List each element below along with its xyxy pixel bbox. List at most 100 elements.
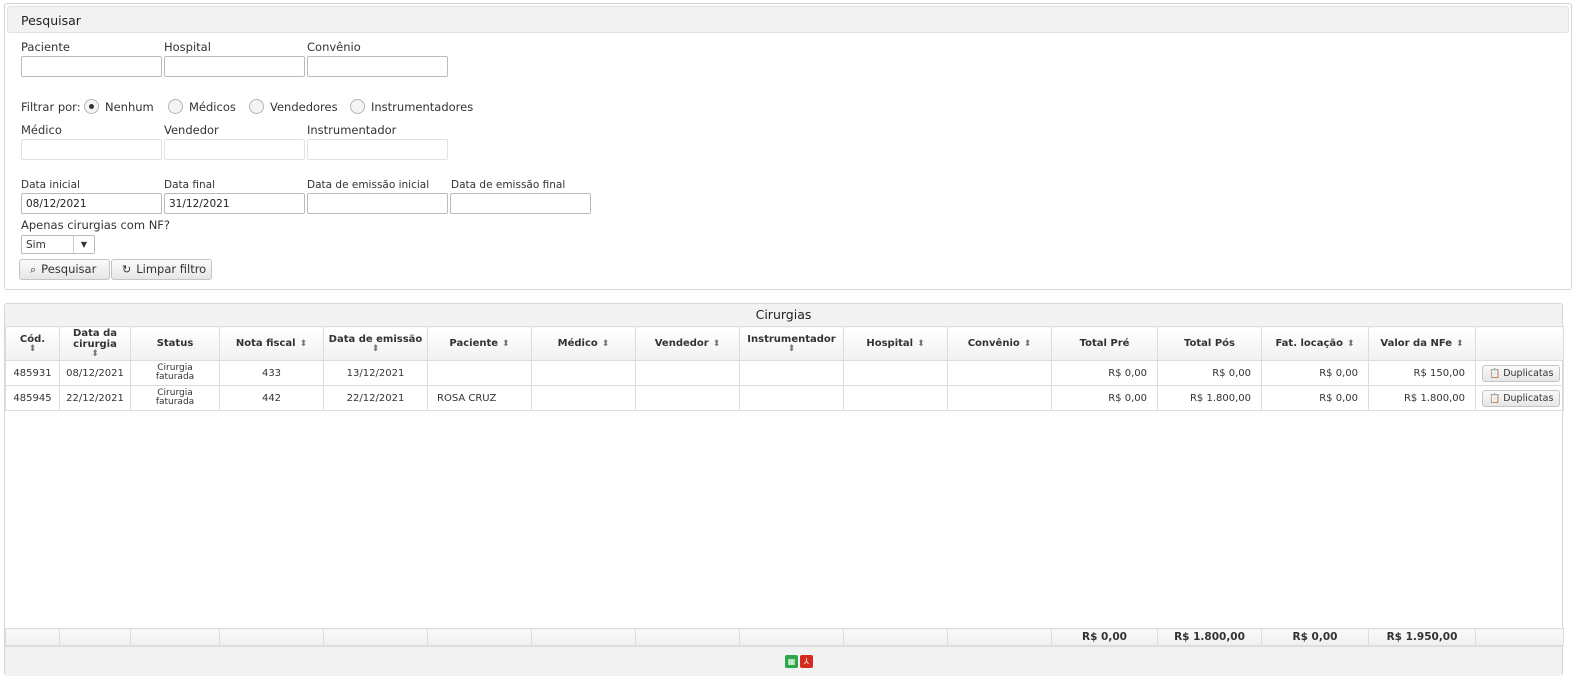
medico-input[interactable] — [21, 139, 162, 160]
clipboard-icon: 📋 — [1489, 393, 1501, 404]
instrumentador-label: Instrumentador — [307, 123, 397, 137]
col-paciente[interactable]: Paciente ⬍ — [427, 326, 532, 361]
col-fat-locacao[interactable]: Fat. locação ⬍ — [1261, 326, 1369, 361]
sort-icon: ⬍ — [371, 343, 380, 354]
cell-paciente: ROSA CRUZ — [427, 385, 532, 411]
cell-vendedor — [635, 360, 740, 386]
cell-cod: 485931 — [5, 360, 60, 386]
emissao-inicial-input[interactable] — [307, 193, 448, 214]
instrumentador-input[interactable] — [307, 139, 448, 160]
data-final-input[interactable] — [164, 193, 305, 214]
duplicatas-button[interactable]: 📋 Duplicatas — [1482, 389, 1561, 407]
sort-icon: ⬍ — [712, 338, 721, 349]
radio-instrumentadores-label: Instrumentadores — [371, 100, 474, 114]
cell-fat-locacao: R$ 0,00 — [1261, 385, 1369, 411]
cell-status: Cirurgia faturada — [130, 385, 220, 411]
vendedor-input[interactable] — [164, 139, 305, 160]
clear-filter-button[interactable]: ↻ Limpar filtro — [111, 259, 212, 280]
cell-valor-nfe: R$ 1.800,00 — [1368, 385, 1476, 411]
cell-nf: 433 — [219, 360, 324, 386]
cell-instrumentador — [739, 385, 844, 411]
sort-icon: ⬍ — [91, 349, 99, 359]
total-locacao: R$ 0,00 — [1261, 628, 1369, 646]
cell-total-pre: R$ 0,00 — [1051, 385, 1158, 411]
search-icon: ⌕ — [30, 263, 37, 276]
radio-vendedores-label: Vendedores — [270, 100, 338, 114]
cell-medico — [531, 360, 636, 386]
nf-only-select[interactable]: Sim ▼ — [21, 235, 95, 254]
cell-total-pos: R$ 1.800,00 — [1157, 385, 1262, 411]
nf-only-value: Sim — [26, 239, 46, 251]
totals-table: R$ 0,00 R$ 1.800,00 R$ 0,00 R$ 1.950,00 — [5, 628, 1564, 646]
radio-nenhum-label: Nenhum — [105, 100, 154, 114]
cell-status: Cirurgia faturada — [130, 360, 220, 386]
duplicatas-button[interactable]: 📋 Duplicatas — [1482, 364, 1561, 382]
cell-data: 08/12/2021 — [59, 360, 131, 386]
cell-medico — [531, 385, 636, 411]
cell-instrumentador — [739, 360, 844, 386]
radio-instrumentadores[interactable] — [350, 99, 365, 114]
col-cod[interactable]: Cód. ⬍ — [5, 326, 60, 361]
data-inicial-input[interactable] — [21, 193, 162, 214]
emissao-final-label: Data de emissão final — [451, 179, 566, 191]
radio-medicos-label: Médicos — [189, 100, 236, 114]
table-row[interactable]: 485931 08/12/2021 Cirurgia faturada 433 … — [5, 360, 1564, 386]
col-hospital[interactable]: Hospital ⬍ — [843, 326, 948, 361]
sort-icon: ⬍ — [1347, 338, 1355, 349]
col-total-pre: Total Pré — [1051, 326, 1158, 361]
spreadsheet-icon[interactable]: ▦ — [785, 655, 798, 668]
export-bar: ▦ ⅄ — [5, 646, 1562, 676]
search-button-label: Pesquisar — [41, 262, 97, 276]
clear-filter-button-label: Limpar filtro — [136, 262, 207, 276]
chevron-down-icon[interactable]: ▼ — [73, 236, 94, 253]
cell-total-pre: R$ 0,00 — [1051, 360, 1158, 386]
sort-icon: ⬍ — [601, 338, 610, 349]
cell-data: 22/12/2021 — [59, 385, 131, 411]
cell-hospital — [843, 360, 948, 386]
cell-hospital — [843, 385, 948, 411]
sort-icon: ⬍ — [1023, 338, 1032, 349]
cell-convenio — [947, 360, 1052, 386]
hospital-input[interactable] — [164, 56, 305, 77]
surgeries-grid: Cirurgias Cód. ⬍ Data da cirurgia ⬍ Status… — [4, 303, 1564, 676]
medico-label: Médico — [21, 123, 62, 137]
col-vendedor[interactable]: Vendedor ⬍ — [635, 326, 740, 361]
search-panel-title: Pesquisar — [21, 13, 81, 28]
sort-icon: ⬍ — [28, 343, 37, 354]
emissao-final-input[interactable] — [450, 193, 591, 214]
col-medico[interactable]: Médico ⬍ — [531, 326, 636, 361]
sort-icon: ⬍ — [502, 338, 510, 349]
filter-label: Filtrar por: — [21, 100, 81, 114]
pdf-icon[interactable]: ⅄ — [800, 655, 813, 668]
cell-cod: 485945 — [5, 385, 60, 411]
paciente-input[interactable] — [21, 56, 162, 77]
radio-vendedores[interactable] — [249, 99, 264, 114]
cell-nf: 442 — [219, 385, 324, 411]
col-data-emissao[interactable]: Data de emissão ⬍ — [323, 326, 428, 361]
refresh-icon: ↻ — [122, 263, 132, 276]
col-convenio[interactable]: Convênio ⬍ — [947, 326, 1052, 361]
col-valor-nfe[interactable]: Valor da NFe ⬍ — [1368, 326, 1476, 361]
table-header-row: Cód. ⬍ Data da cirurgia ⬍ Status Nota fisc… — [5, 326, 1564, 361]
cell-actions: 📋 Duplicatas — [1475, 385, 1564, 411]
col-nota-fiscal[interactable]: Nota fiscal ⬍ — [219, 326, 324, 361]
col-data-cirurgia[interactable]: Data da cirurgia ⬍ — [59, 326, 131, 361]
radio-medicos[interactable] — [168, 99, 183, 114]
cell-total-pos: R$ 0,00 — [1157, 360, 1262, 386]
cell-emissao: 13/12/2021 — [323, 360, 428, 386]
radio-nenhum[interactable] — [84, 99, 99, 114]
sort-icon: ⬍ — [917, 338, 925, 349]
total-nfe: R$ 1.950,00 — [1368, 628, 1476, 646]
search-button[interactable]: ⌕ Pesquisar — [19, 259, 110, 280]
sort-icon: ⬍ — [1456, 338, 1464, 349]
convenio-input[interactable] — [307, 56, 448, 77]
cell-actions: 📋 Duplicatas — [1475, 360, 1564, 386]
col-actions — [1475, 326, 1564, 361]
total-pre: R$ 0,00 — [1051, 628, 1158, 646]
hospital-label: Hospital — [164, 40, 211, 54]
totals-row: R$ 0,00 R$ 1.800,00 R$ 0,00 R$ 1.950,00 — [5, 628, 1564, 646]
sort-icon: ⬍ — [787, 343, 796, 354]
cell-paciente — [427, 360, 532, 386]
table-row[interactable]: 485945 22/12/2021 Cirurgia faturada 442 … — [5, 385, 1564, 411]
col-instrumentador[interactable]: Instrumentador ⬍ — [739, 326, 844, 361]
